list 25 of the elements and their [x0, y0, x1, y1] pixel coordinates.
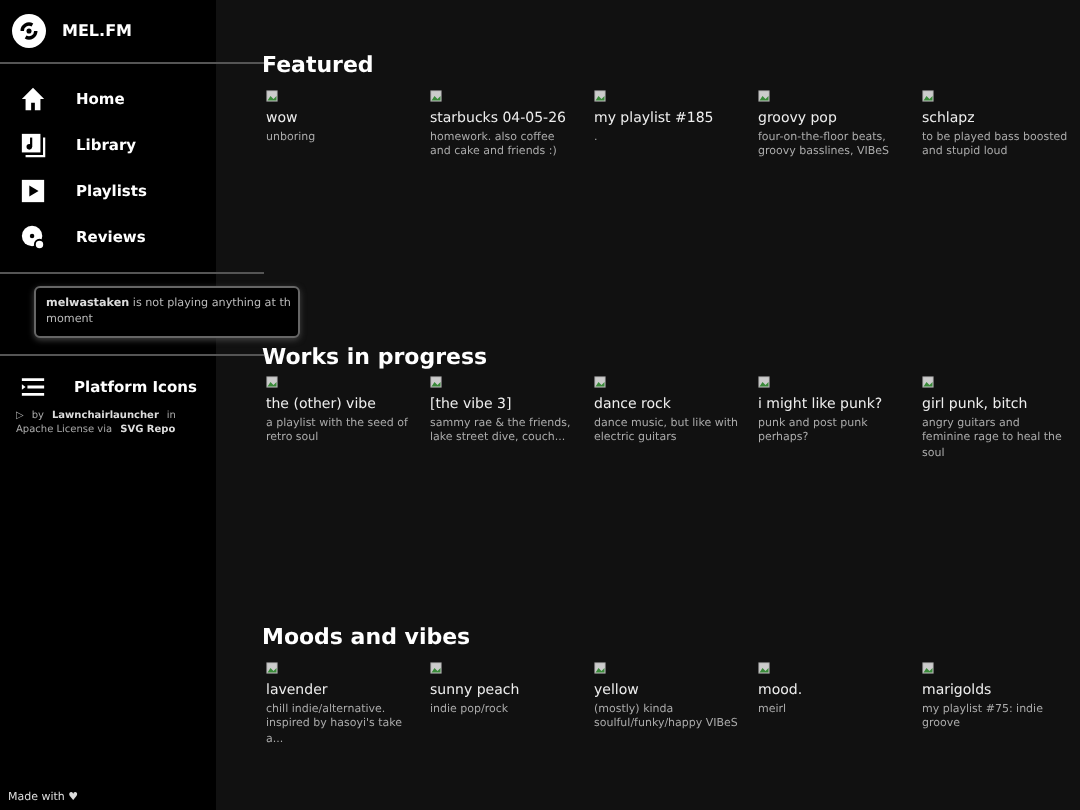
section-title: Moods and vibes	[262, 624, 473, 650]
broken-image-icon	[594, 90, 606, 102]
broken-image-icon	[922, 90, 934, 102]
broken-image-icon	[758, 90, 770, 102]
broken-image-icon	[430, 662, 442, 674]
broken-image-icon	[594, 376, 606, 388]
broken-image-icon	[922, 662, 934, 674]
broken-image-icon	[758, 662, 770, 674]
play-icon	[20, 178, 46, 204]
broken-image-icon	[266, 90, 278, 102]
broken-image-icon	[266, 376, 278, 388]
broken-image-icon	[430, 90, 442, 102]
broken-image-icon	[266, 662, 278, 674]
section-title: Featured	[262, 52, 376, 78]
broken-image-icon	[758, 376, 770, 388]
broken-image-icon	[922, 376, 934, 388]
broken-image-icon	[594, 662, 606, 674]
brand-name: MEL.FM	[62, 22, 132, 40]
broken-image-icon	[430, 376, 442, 388]
disc-icon	[20, 224, 46, 250]
logo-icon	[12, 14, 46, 48]
section-title: Works in progress	[262, 344, 490, 370]
home-icon	[20, 86, 46, 112]
menu-icon	[20, 374, 46, 400]
music-note-icon	[20, 132, 46, 158]
